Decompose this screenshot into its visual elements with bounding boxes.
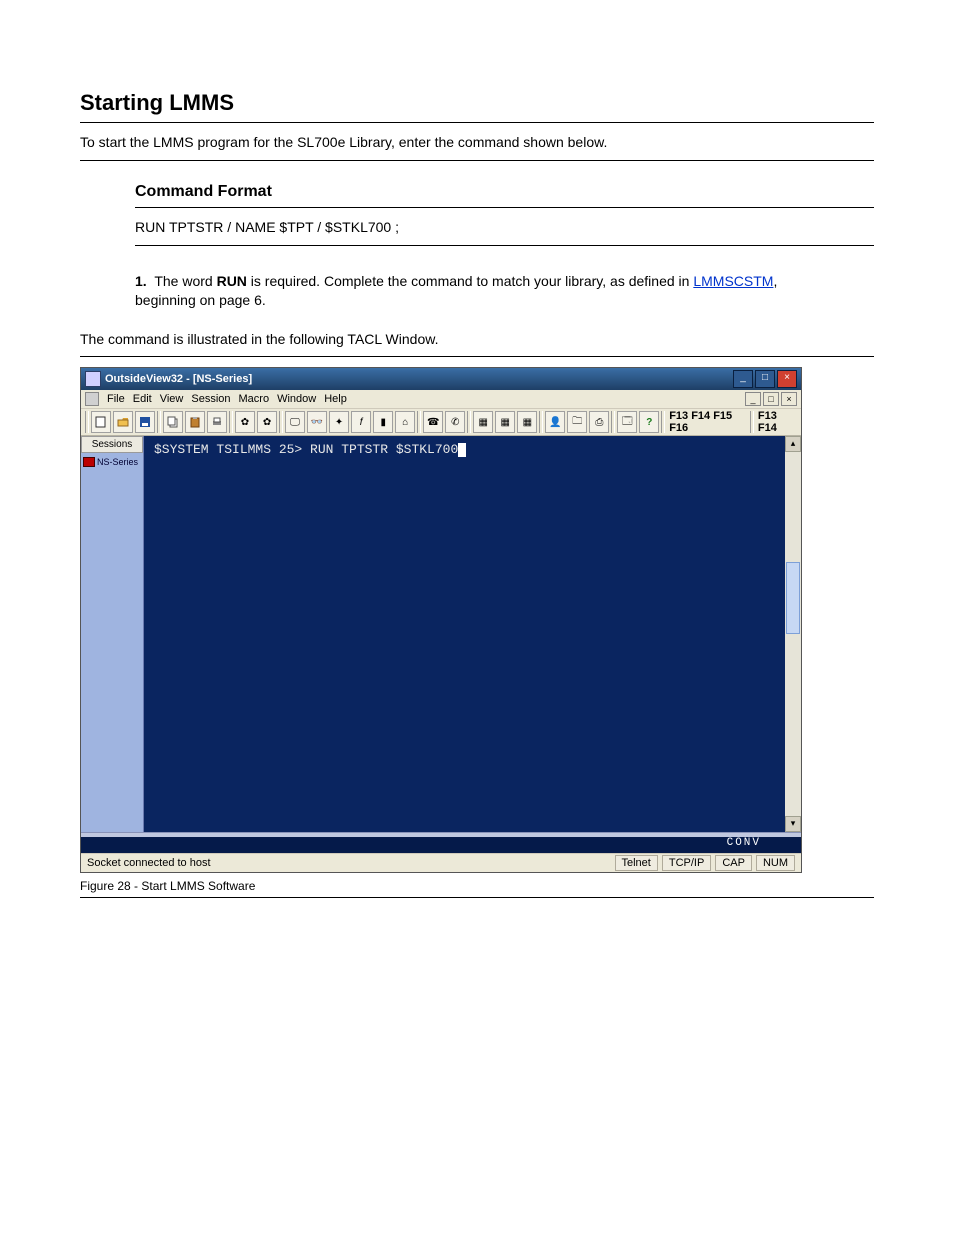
monitor-icon[interactable]: 🖵 [285,411,305,433]
illustrated-text: The command is illustrated in the follow… [80,330,770,349]
status-tcpip: TCP/IP [662,855,711,871]
phone-icon[interactable]: ✆ [445,411,465,433]
divider [80,160,874,161]
copy-icon[interactable] [163,411,183,433]
mdi-close-icon[interactable]: × [781,392,797,406]
doc-icon [85,392,99,406]
menu-macro[interactable]: Macro [239,393,270,405]
embedded-screenshot: OutsideView32 - [NS-Series] _ □ × File E… [80,367,802,873]
fkey-labels-2[interactable]: F13 F14 [756,410,797,434]
menu-window[interactable]: Window [277,393,316,405]
sub-heading-command-format: Command Format [135,183,874,201]
save-icon[interactable] [135,411,155,433]
window-title: OutsideView32 - [NS-Series] [105,373,733,385]
divider [80,122,874,123]
toolbar: ✿ ✿ 🖵 👓 ✦ f ▮ ⌂ ☎ ✆ ▦ ▦ ▦ 👤 🗀 ⎙ 🗔 ? F13 … [81,409,801,436]
divider [135,245,874,246]
note-pre: The word [154,273,216,289]
minimize-button[interactable]: _ [733,370,753,388]
person-icon[interactable]: 👤 [545,411,565,433]
terminal-area: $SYSTEM TSILMMS 25> RUN TPTSTR $STKL700 … [144,436,801,832]
command-line: RUN TPTSTR / NAME $TPT / $STKL700 ; [135,218,825,237]
menu-session[interactable]: Session [191,393,230,405]
fkey-labels-1[interactable]: F13 F14 F15 F16 [667,410,748,434]
print-icon[interactable] [207,411,227,433]
window-titlebar[interactable]: OutsideView32 - [NS-Series] _ □ × [81,368,801,390]
terminal-line: $SYSTEM TSILMMS 25> RUN TPTSTR $STKL700 [154,442,458,457]
close-button[interactable]: × [777,370,797,388]
status-bar: Socket connected to host Telnet TCP/IP C… [81,853,801,872]
status-text: Socket connected to host [87,857,611,869]
scroll-down-icon[interactable]: ▾ [785,816,801,832]
tool-icon[interactable]: ⎙ [589,411,609,433]
session-item-label: NS-Series [97,457,138,467]
work-area: Sessions NS-Series $SYSTEM TSILMMS 25> R… [81,436,801,832]
terminal[interactable]: $SYSTEM TSILMMS 25> RUN TPTSTR $STKL700 [144,436,785,832]
tool-icon[interactable]: ▦ [517,411,537,433]
mdi-min-icon[interactable]: _ [745,392,761,406]
tool-icon[interactable]: ⌂ [395,411,415,433]
scrollbar[interactable]: ▴ ▾ [785,436,801,832]
menu-view[interactable]: View [160,393,184,405]
scroll-thumb[interactable] [786,562,800,634]
status-cap: CAP [715,855,752,871]
open-icon[interactable] [113,411,133,433]
scroll-up-icon[interactable]: ▴ [785,436,801,452]
menu-bar: File Edit View Session Macro Window Help… [81,390,801,409]
mdi-restore-icon[interactable]: □ [763,392,779,406]
menu-edit[interactable]: Edit [133,393,152,405]
divider [80,356,874,357]
tool-icon[interactable]: ✿ [235,411,255,433]
session-item-ns-series[interactable]: NS-Series [83,457,141,467]
divider [135,207,874,208]
lmmscstm-link[interactable]: LMMSCSTM [693,273,773,289]
section-heading-start-lmms: Starting LMMS [80,90,874,116]
tool-icon[interactable]: ✦ [329,411,349,433]
glasses-icon[interactable]: 👓 [307,411,327,433]
divider [80,897,874,898]
phone-icon[interactable]: ☎ [423,411,443,433]
note-bold: RUN [217,273,247,289]
note-index: 1. [135,273,147,289]
window-icon[interactable]: 🗔 [617,411,637,433]
app-icon [85,371,101,387]
figure-caption: Figure 28 - Start LMMS Software [80,879,874,893]
menu-help[interactable]: Help [324,393,347,405]
function-icon[interactable]: f [351,411,371,433]
sessions-tab[interactable]: Sessions [81,436,143,453]
scroll-track[interactable] [785,452,801,816]
tool-icon[interactable]: ▦ [495,411,515,433]
restore-button[interactable]: □ [755,370,775,388]
paste-icon[interactable] [185,411,205,433]
tool-icon[interactable]: ✿ [257,411,277,433]
status-telnet: Telnet [615,855,658,871]
tool-icon[interactable]: ▦ [473,411,493,433]
help-icon[interactable]: ? [639,411,659,433]
tool-icon[interactable]: ▮ [373,411,393,433]
status-num: NUM [756,855,795,871]
conv-indicator: CONV [81,837,801,853]
start-lmms-intro: To start the LMMS program for the SL700e… [80,133,770,152]
new-icon[interactable] [91,411,111,433]
mdi-buttons: _ □ × [745,392,797,406]
folder-icon[interactable]: 🗀 [567,411,587,433]
menu-file[interactable]: File [107,393,125,405]
sessions-panel: Sessions NS-Series [81,436,144,832]
terminal-cursor [458,443,466,457]
command-note: 1. The word RUN is required. Complete th… [135,272,825,310]
note-post: is required. Complete the command to mat… [247,273,693,289]
